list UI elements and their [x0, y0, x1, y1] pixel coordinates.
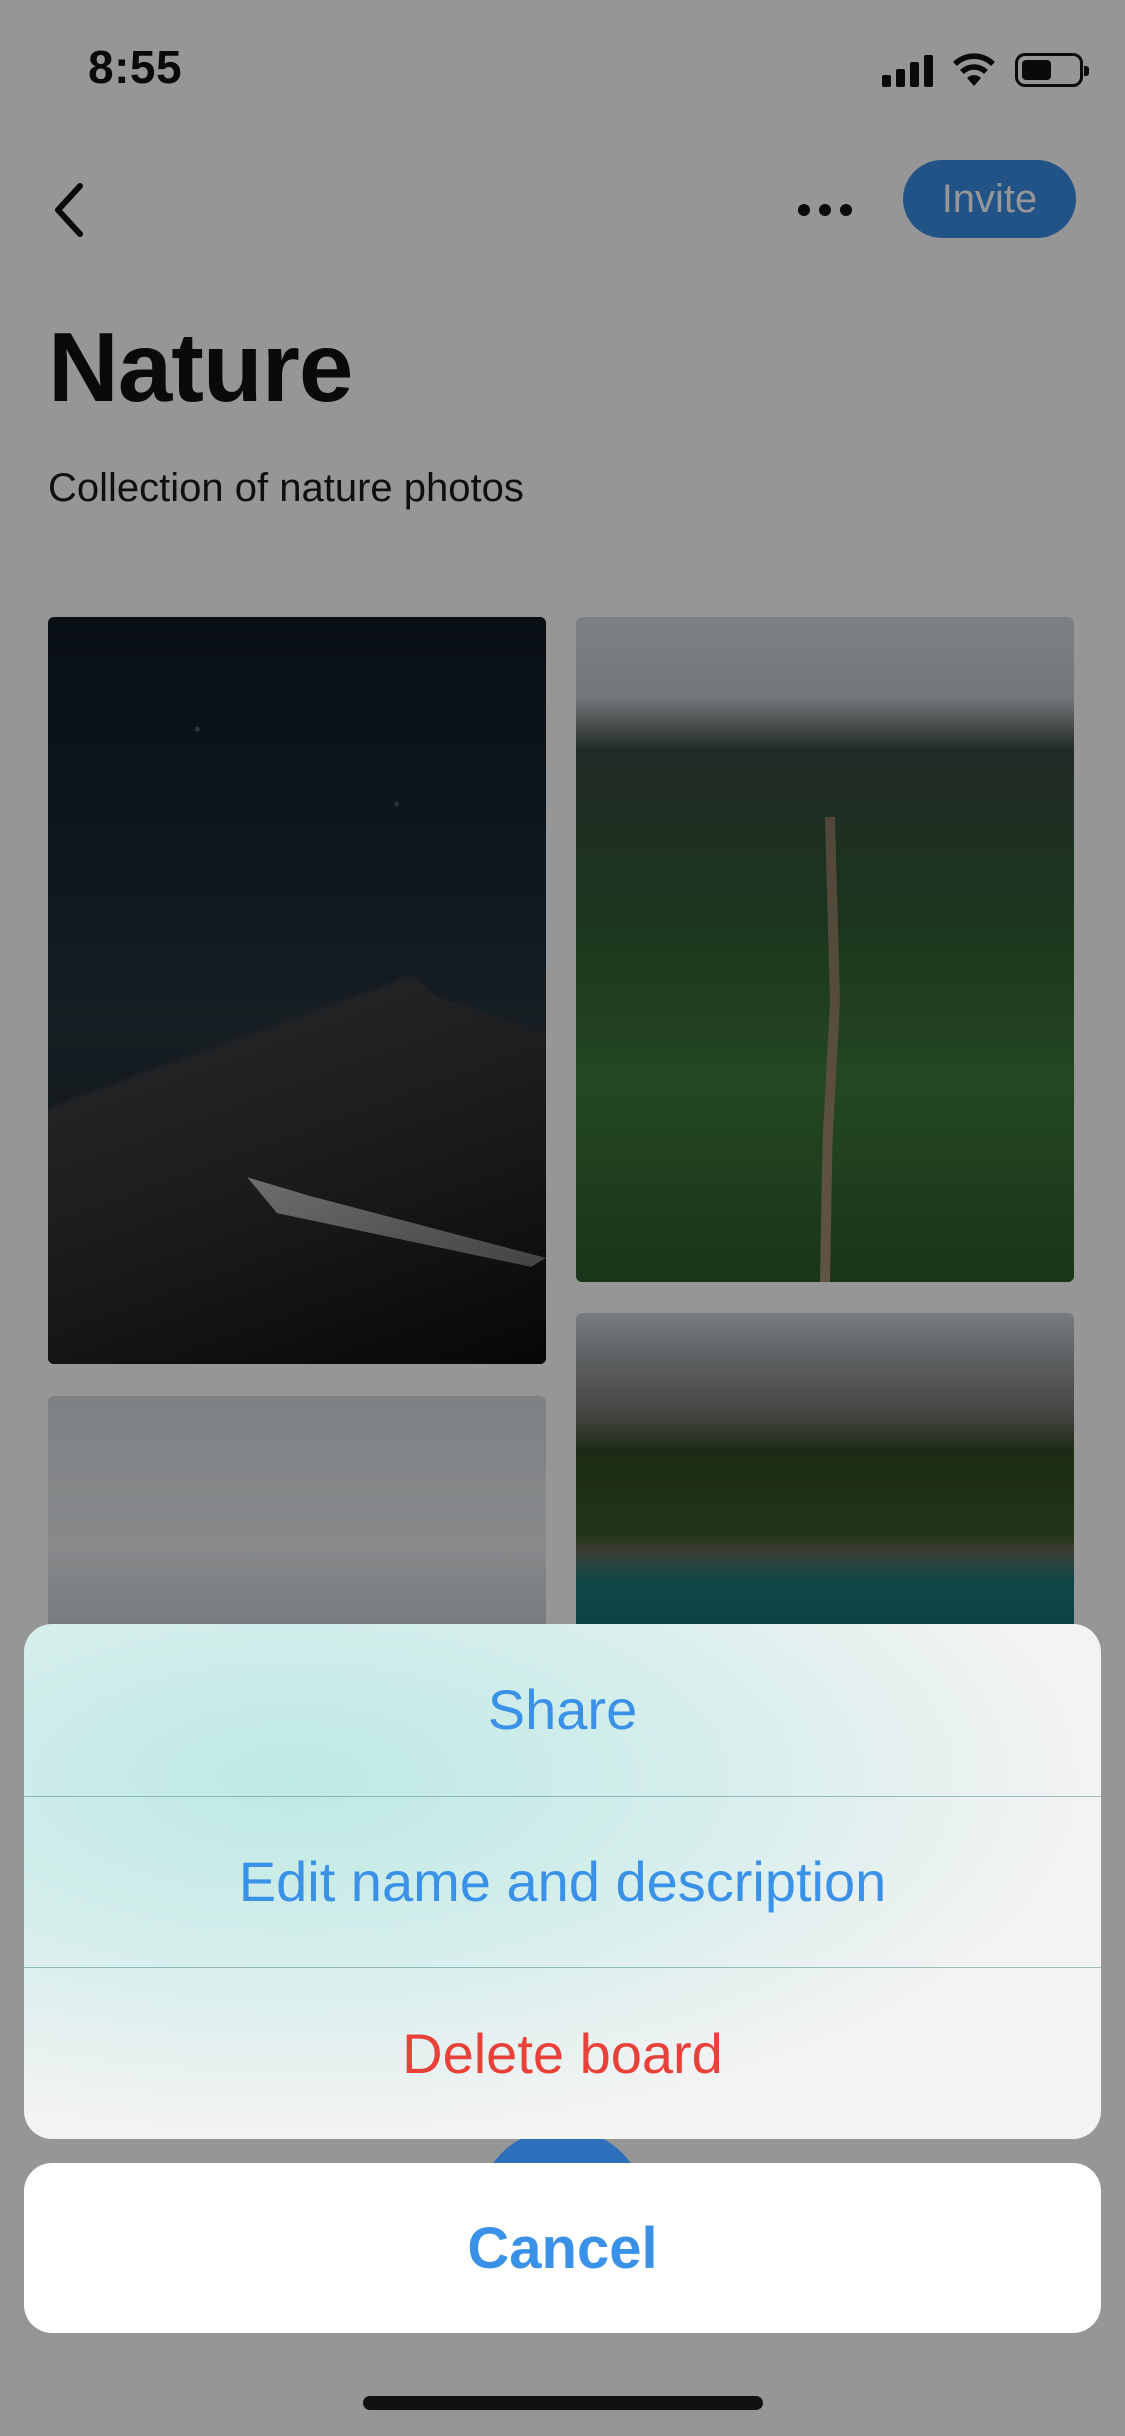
cancel-button[interactable]: Cancel [24, 2163, 1101, 2333]
edit-name-description-button[interactable]: Edit name and description [24, 1795, 1101, 1968]
action-sheet: Share Edit name and description Delete b… [24, 1624, 1101, 2139]
home-indicator[interactable] [363, 2396, 763, 2410]
share-button[interactable]: Share [24, 1624, 1101, 1796]
delete-board-button[interactable]: Delete board [24, 1967, 1101, 2139]
